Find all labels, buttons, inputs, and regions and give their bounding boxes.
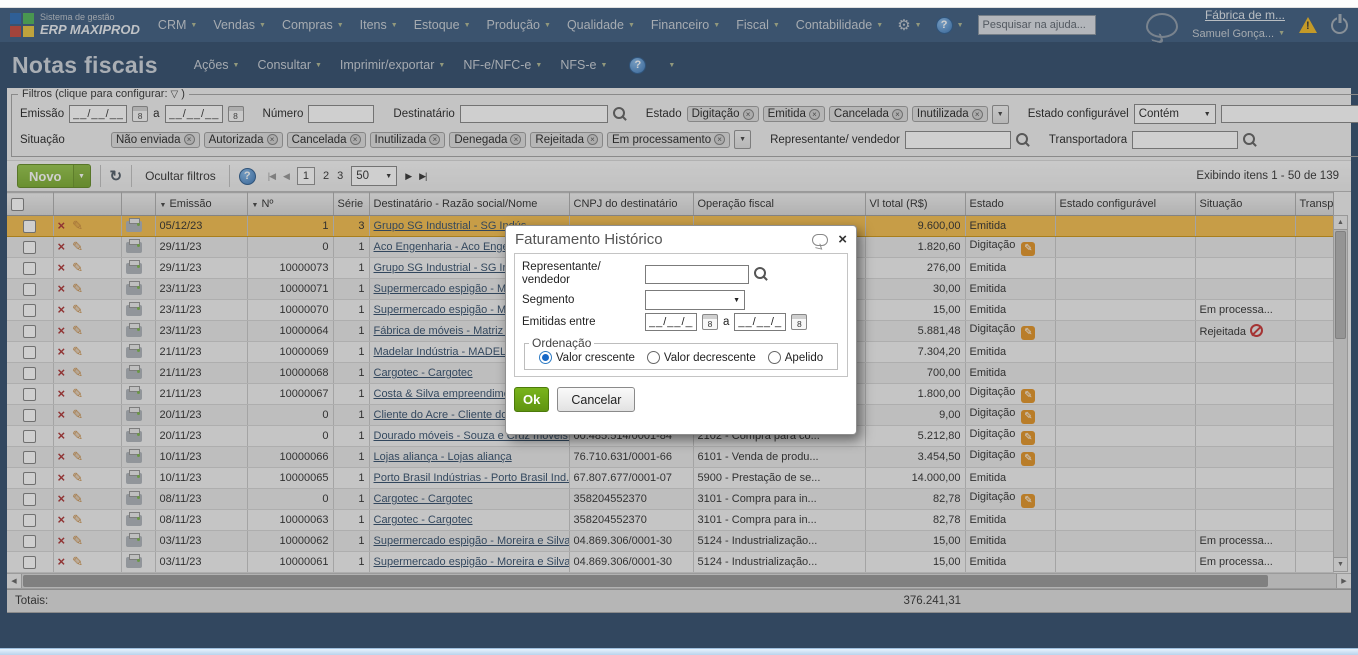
dialog-footer: Ok Cancelar (506, 379, 856, 420)
chevron-down-icon: ▼ (733, 296, 740, 304)
segmento-field-label: Segmento (522, 293, 575, 306)
emitidas-field-row: Emitidas entre 8 a 8 (522, 313, 840, 332)
ordenacao-fieldset: Ordenação Valor crescente Valor decrescen… (524, 336, 838, 371)
radio-valor-decrescente[interactable]: Valor decrescente (646, 351, 756, 365)
calendar-icon[interactable]: 8 (791, 314, 808, 331)
radio-label: Valor crescente (555, 351, 635, 364)
representante-field-input[interactable] (645, 264, 749, 284)
segmento-field-row: Segmento ▼ (522, 290, 840, 311)
ok-button[interactable]: Ok (514, 387, 550, 413)
radio-icon (538, 351, 552, 365)
dialog-comment-icon[interactable] (812, 233, 829, 246)
representante-field-row: Representante/ vendedor (522, 261, 840, 287)
representante-field-label: Representante/ vendedor (522, 261, 601, 287)
radio-valor-crescente[interactable]: Valor crescente (538, 351, 635, 365)
ordenacao-options: Valor crescente Valor decrescente Apelido (529, 351, 833, 365)
emitidas-field-label: Emitidas entre (522, 315, 596, 328)
emitidas-to-input[interactable] (734, 313, 787, 332)
radio-icon (646, 351, 660, 365)
faturamento-historico-dialog: Faturamento Histórico × Representante/ v… (505, 225, 857, 435)
calendar-icon[interactable]: 8 (702, 314, 718, 331)
ordenacao-legend: Ordenação (532, 336, 592, 351)
search-icon[interactable] (754, 267, 768, 281)
dialog-title: Faturamento Histórico (515, 231, 663, 248)
range-separator: a (723, 316, 730, 329)
emitidas-from-input[interactable] (645, 313, 697, 332)
radio-apelido[interactable]: Apelido (767, 351, 824, 365)
close-icon[interactable]: × (838, 232, 847, 247)
segmento-select[interactable]: ▼ (645, 290, 745, 311)
radio-icon (767, 351, 781, 365)
cancel-button[interactable]: Cancelar (557, 387, 636, 413)
radio-label: Valor decrescente (663, 351, 756, 364)
radio-label: Apelido (784, 351, 824, 364)
dialog-body: Representante/ vendedor Segmento ▼ Emiti… (514, 253, 848, 378)
dialog-titlebar[interactable]: Faturamento Histórico × (506, 226, 856, 251)
bottom-edge-strip (0, 648, 1358, 655)
